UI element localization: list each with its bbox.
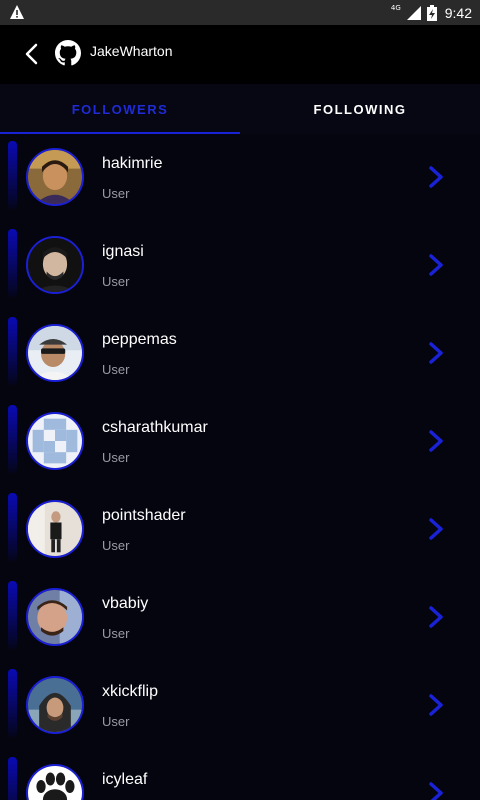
username: hakimrie [102, 155, 163, 172]
clock: 9:42 [444, 4, 472, 21]
list-item[interactable]: vbabiy User [0, 574, 480, 662]
username: ignasi [102, 243, 144, 260]
tab-bar: FOLLOWERS FOLLOWING [0, 84, 480, 134]
username: peppemas [102, 331, 177, 348]
user-type: User [102, 274, 130, 289]
user-type: User [102, 714, 130, 729]
followers-list[interactable]: hakimrie User ignasi User peppemas User … [0, 134, 480, 800]
chevron-right-icon[interactable] [426, 605, 446, 629]
avatar[interactable] [26, 676, 84, 734]
chevron-right-icon[interactable] [426, 517, 446, 541]
avatar-image [28, 326, 82, 380]
status-right: 4G 9:42 [391, 0, 472, 25]
avatar[interactable] [26, 764, 84, 800]
avatar-image [28, 590, 82, 644]
avatar[interactable] [26, 236, 84, 294]
username: xkickflip [102, 683, 159, 700]
avatar-image [28, 238, 82, 292]
tab-followers[interactable]: FOLLOWERS [0, 84, 240, 134]
avatar-image [28, 502, 82, 556]
battery-charging-icon [426, 4, 437, 21]
chevron-right-icon[interactable] [426, 165, 446, 189]
user-type: User [102, 626, 130, 641]
avatar-image [28, 766, 82, 800]
tab-following[interactable]: FOLLOWING [240, 84, 480, 134]
username: icyleaf [102, 771, 148, 788]
list-item[interactable]: peppemas User [0, 310, 480, 398]
list-item[interactable]: csharathkumar User [0, 398, 480, 486]
back-button[interactable] [16, 39, 46, 69]
chevron-right-icon[interactable] [426, 693, 446, 717]
app-bar: JakeWharton [0, 25, 480, 84]
status-bar: 4G 9:42 [0, 0, 480, 25]
chevron-right-icon[interactable] [426, 429, 446, 453]
avatar[interactable] [26, 500, 84, 558]
list-item[interactable]: icyleaf User [0, 750, 480, 800]
chevron-right-icon[interactable] [426, 253, 446, 277]
row-accent-bar [8, 581, 17, 649]
avatar[interactable] [26, 324, 84, 382]
signal-icon [406, 5, 421, 20]
github-icon [55, 40, 81, 66]
row-accent-bar [8, 669, 17, 737]
avatar-image [28, 678, 82, 732]
avatar[interactable] [26, 588, 84, 646]
page-title: JakeWharton [90, 43, 173, 59]
user-type: User [102, 362, 130, 377]
back-arrow-icon [25, 43, 38, 65]
username: vbabiy [102, 595, 149, 612]
list-item[interactable]: pointshader User [0, 486, 480, 574]
avatar-image [28, 150, 82, 204]
avatar[interactable] [26, 412, 84, 470]
row-accent-bar [8, 317, 17, 385]
avatar-image [28, 414, 82, 468]
user-type: User [102, 186, 130, 201]
username: pointshader [102, 507, 186, 524]
user-type: User [102, 538, 130, 553]
network-type: 4G [390, 3, 401, 12]
list-item[interactable]: hakimrie User [0, 134, 480, 222]
list-item[interactable]: xkickflip User [0, 662, 480, 750]
chevron-right-icon[interactable] [426, 341, 446, 365]
warning-icon [10, 5, 24, 19]
chevron-right-icon[interactable] [426, 781, 446, 800]
row-accent-bar [8, 141, 17, 209]
username: csharathkumar [102, 419, 208, 436]
list-item[interactable]: ignasi User [0, 222, 480, 310]
user-type: User [102, 450, 130, 465]
row-accent-bar [8, 405, 17, 473]
row-accent-bar [8, 757, 17, 800]
row-accent-bar [8, 493, 17, 561]
row-accent-bar [8, 229, 17, 297]
avatar[interactable] [26, 148, 84, 206]
